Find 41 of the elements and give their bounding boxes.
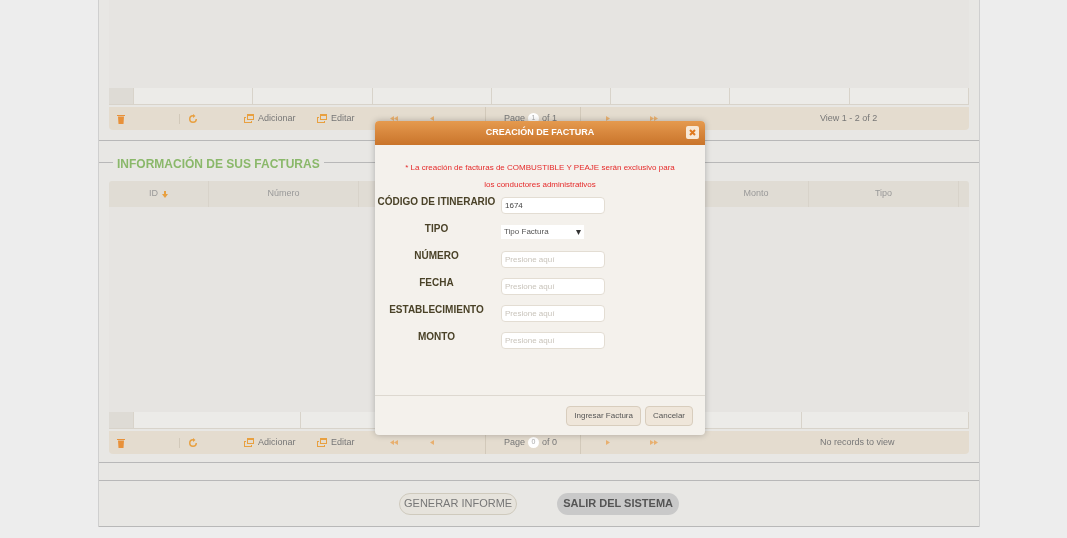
page-label: Page [504, 435, 526, 449]
field-label: TIPO [423, 222, 450, 236]
next-page-icon[interactable] [606, 116, 610, 121]
dropdown-arrow-icon [576, 229, 581, 235]
field-label: FECHA [418, 276, 455, 290]
records-info: View 1 - 2 of 2 [820, 111, 878, 125]
notice-text: * La creación de facturas de COMBUSTIBLE Y PEAJE serán exclusivo para los conductores administrativos [404, 162, 676, 191]
window-icon [244, 438, 254, 447]
prev-page-icon[interactable] [430, 116, 434, 121]
trash-icon[interactable] [117, 113, 125, 124]
pager-button[interactable]: Editar [317, 111, 355, 126]
window-icon [317, 438, 327, 447]
close-button[interactable] [686, 126, 699, 139]
footer-button[interactable]: GENERAR INFORME [399, 492, 518, 515]
field-label: MONTO [416, 330, 456, 344]
dialog-title: CREACIÓN DE FACTURA [485, 126, 595, 140]
text-field[interactable]: 1674 [501, 196, 605, 214]
page-total: of 1 [542, 111, 558, 125]
field-label: ESTABLECIMIENTO [388, 303, 485, 317]
field-label: NÚMERO [413, 248, 460, 263]
pager-button[interactable]: Adicionar [244, 111, 296, 126]
dialog-button[interactable]: Ingresar Factura [566, 405, 641, 426]
next-page-icon[interactable] [606, 440, 610, 445]
pager-button[interactable]: Adicionar [244, 435, 296, 450]
records-info: No records to view [820, 435, 895, 449]
window-icon [244, 114, 254, 123]
trash-icon[interactable] [117, 437, 125, 448]
footer-button[interactable]: SALIR DEL SISTEMA [557, 492, 679, 515]
dialog-button[interactable]: Cancelar [645, 405, 693, 426]
last-page-icon[interactable] [650, 440, 658, 445]
page-label: Page [504, 111, 526, 125]
first-page-icon[interactable] [390, 440, 398, 445]
type-select[interactable]: Tipo Factura [501, 225, 584, 239]
pager-button[interactable]: Editar [317, 435, 355, 450]
window-icon [317, 114, 327, 123]
prev-page-icon[interactable] [430, 440, 434, 445]
refresh-icon[interactable] [188, 437, 198, 448]
close-icon [689, 129, 696, 136]
refresh-icon[interactable] [188, 113, 198, 124]
page-total: of 0 [542, 435, 558, 449]
field-label: CÓDIGO DE ITINERARIO [376, 194, 497, 209]
